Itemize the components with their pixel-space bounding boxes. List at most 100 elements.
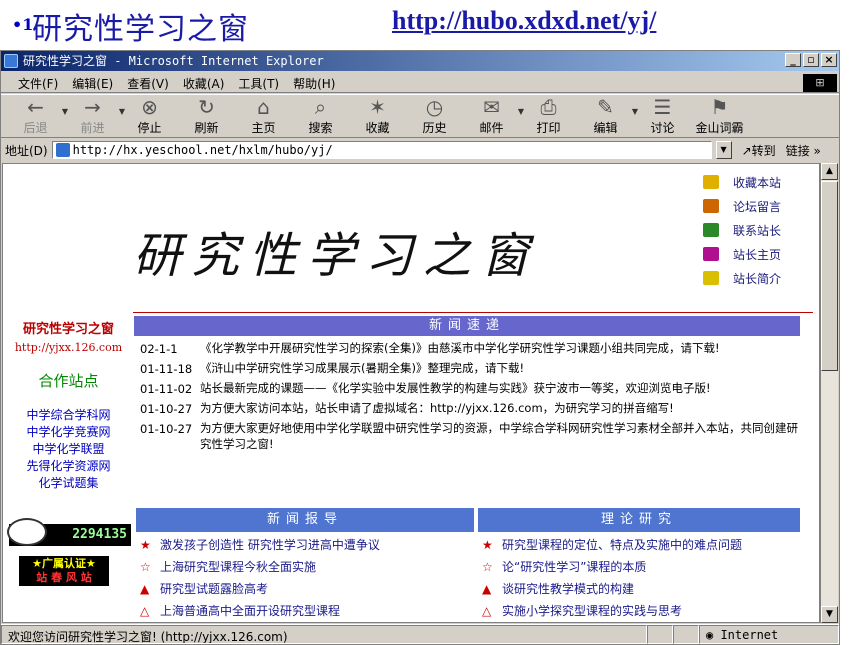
partner-link[interactable]: 中学化学竞赛网 <box>3 424 134 441</box>
slide-title: 研究性学习之窗 <box>32 12 249 47</box>
zone-indicator: ◉ Internet <box>699 625 839 644</box>
toolbar-label: 搜索 <box>308 120 333 135</box>
toolbar-button-3[interactable]: ↻ 刷新 <box>178 95 235 137</box>
toolbar-label: 邮件 <box>479 120 504 135</box>
bullet-icon: ☆ <box>140 560 151 574</box>
toolbar-button-4[interactable]: ⌂ 主页 <box>235 95 292 137</box>
go-button[interactable]: ↗转到 <box>736 142 782 159</box>
windows-logo-icon: ⊞ <box>803 74 837 92</box>
article-link[interactable]: 研究型课程的定位、特点及实施中的难点问题 <box>502 534 742 556</box>
status-pane <box>647 625 673 644</box>
toolbar-label: 刷新 <box>194 120 219 135</box>
toolbar-label: 收藏 <box>365 120 390 135</box>
partner-link[interactable]: 中学综合学科网 <box>3 407 134 424</box>
report-item[interactable]: ★ 激发孩子创造性 研究性学习进高中遭争议 <box>140 534 380 556</box>
news-date: 01-11-02 <box>140 382 193 396</box>
article-link[interactable]: 上海研究型课程今秋全面实施 <box>160 556 316 578</box>
toolbar-button-1[interactable]: → 前进 ▼ <box>64 95 125 137</box>
status-text: 欢迎您访问研究性学习之窗! (http://yjxx.126.com) <box>1 625 647 644</box>
toolbar-button-6[interactable]: ✶ 收藏 <box>349 95 406 137</box>
certification-badge[interactable]: ★广属认证★ 站 春 风 站 <box>19 556 109 586</box>
bullet-icon: △ <box>482 604 492 618</box>
menu-bar: 文件(F) 编辑(E) 查看(V) 收藏(A) 工具(T) 帮助(H) <box>1 72 839 93</box>
toolbar-label: 后退 <box>23 120 48 135</box>
slide-url-link[interactable]: http://hubo.xdxd.net/yj/ <box>392 6 656 36</box>
article-link[interactable]: 实施小学探究型课程的实践与思考 <box>502 600 682 622</box>
scroll-down-button[interactable]: ▼ <box>821 606 838 623</box>
toolbar-button-11[interactable]: ☰ 讨论 <box>634 95 691 137</box>
toolbar-label: 历史 <box>422 120 447 135</box>
toolbar-icon: ✉ <box>483 94 500 119</box>
quick-link-icon <box>703 247 719 261</box>
scroll-up-button[interactable]: ▲ <box>821 163 838 180</box>
status-pane <box>673 625 699 644</box>
menu-favorites[interactable]: 收藏(A) <box>176 72 232 92</box>
quick-link-label: 联系站长 <box>733 223 782 238</box>
menu-help[interactable]: 帮助(H) <box>286 72 342 92</box>
article-link[interactable]: 激发孩子创造性 研究性学习进高中遭争议 <box>160 534 380 556</box>
quick-link[interactable]: 论坛留言 <box>703 194 781 218</box>
toolbar-button-2[interactable]: ⊗ 停止 <box>121 95 178 137</box>
news-text[interactable]: 站长最新完成的课题——《化学实验中发展性教学的构建与实践》获宁波市一等奖，欢迎浏… <box>200 380 800 396</box>
menu-file[interactable]: 文件(F) <box>11 72 65 92</box>
news-column: 新闻速递 02-1-1 《化学教学中开展研究性学习的探索(全集)》由慈溪市中学化学… <box>134 316 800 622</box>
theory-item[interactable]: ▲ 谈研究性教学模式的构建 <box>482 578 742 600</box>
menu-view[interactable]: 查看(V) <box>120 72 176 92</box>
news-text[interactable]: 为方便大家访问本站，站长申请了虚拟域名：http://yjxx.126.com，… <box>200 400 800 416</box>
report-item[interactable]: ☆ 上海研究型课程今秋全面实施 <box>140 556 380 578</box>
partner-link[interactable]: 化学试题集 <box>3 475 134 492</box>
toolbar-icon: ✎ <box>597 94 614 119</box>
close-button[interactable]: × <box>821 53 837 67</box>
menu-tools[interactable]: 工具(T) <box>231 72 286 92</box>
toolbar-button-8[interactable]: ✉ 邮件 ▼ <box>463 94 524 137</box>
theory-item[interactable]: ★ 研究型课程的定位、特点及实施中的难点问题 <box>482 534 742 556</box>
report-item[interactable]: △ 上海普通高中全面开设研究型课程 <box>140 600 380 622</box>
ie-icon <box>4 54 18 68</box>
toolbar-button-7[interactable]: ◷ 历史 <box>406 95 463 137</box>
quick-link-label: 论坛留言 <box>733 199 782 214</box>
article-link[interactable]: 谈研究性教学模式的构建 <box>502 578 634 600</box>
toolbar-label: 金山词霸 <box>695 120 744 135</box>
toolbar-button-10[interactable]: ✎ 编辑 ▼ <box>577 94 638 137</box>
coop-heading: 合作站点 <box>38 372 99 390</box>
quick-link-icon <box>703 223 719 237</box>
quick-link-label: 收藏本站 <box>733 175 782 190</box>
address-input[interactable]: http://hx.yeschool.net/hxlm/hubo/yj/ <box>51 141 712 159</box>
minimize-button[interactable]: _ <box>785 53 801 67</box>
report-item[interactable]: ▲ 研究型试题露脸高考 <box>140 578 380 600</box>
news-date: 02-1-1 <box>140 342 178 356</box>
toolbar-icon: ⚑ <box>710 94 729 119</box>
quick-link[interactable]: 收藏本站 <box>703 170 781 194</box>
quick-link[interactable]: 站长主页 <box>703 242 781 266</box>
toolbar-button-5[interactable]: ⌕ 搜索 <box>292 95 349 137</box>
site-url-link[interactable]: http://yjxx.126.com <box>3 341 134 354</box>
address-dropdown[interactable]: ▼ <box>715 141 732 159</box>
toolbar-label: 打印 <box>536 120 561 135</box>
slide-header: •1. 研究性学习之窗 http://hubo.xdxd.net/yj/ <box>0 0 860 48</box>
article-link[interactable]: 研究型试题露脸高考 <box>160 578 268 600</box>
go-label: 转到 <box>751 143 776 158</box>
toolbar-button-0[interactable]: ← 后退 ▼ <box>7 95 68 137</box>
quick-link[interactable]: 联系站长 <box>703 218 781 242</box>
news-text[interactable]: 为方便大家更好地使用中学化学联盟中研究性学习的资源，中学综合学科网研究性学习素材… <box>200 420 800 452</box>
toolbar-button-12[interactable]: ⚑ 金山词霸 <box>691 95 748 137</box>
scroll-thumb[interactable] <box>821 181 838 371</box>
toolbar-icon: ✶ <box>369 94 386 119</box>
partner-link[interactable]: 先得化学资源网 <box>3 458 134 475</box>
theory-item[interactable]: ☆ 论“研究性学习”课程的本质 <box>482 556 742 578</box>
news-text[interactable]: 《浒山中学研究性学习成果展示(暑期全集)》整理完成，请下载! <box>200 360 800 376</box>
quick-link[interactable]: 站长简介 <box>703 266 781 290</box>
maximize-button[interactable]: ▫ <box>803 53 819 67</box>
toolbar-button-9[interactable]: ⎙ 打印 <box>520 95 577 137</box>
theory-item[interactable]: △ 实施小学探究型课程的实践与思考 <box>482 600 742 622</box>
toolbar-icon: ☰ <box>653 94 672 119</box>
vertical-scrollbar[interactable]: ▲ ▼ <box>820 163 838 623</box>
links-button[interactable]: 链接 » <box>786 142 821 159</box>
news-item: 01-10-27 为方便大家访问本站，站长申请了虚拟域名：http://yjxx.… <box>134 400 800 416</box>
news-item: 02-1-1 《化学教学中开展研究性学习的探索(全集)》由慈溪市中学化学研究性学习… <box>134 340 800 356</box>
news-text[interactable]: 《化学教学中开展研究性学习的探索(全集)》由慈溪市中学化学研究性学习课题小组共同… <box>200 340 800 356</box>
article-link[interactable]: 上海普通高中全面开设研究型课程 <box>160 600 340 622</box>
menu-edit[interactable]: 编辑(E) <box>65 72 120 92</box>
article-link[interactable]: 论“研究性学习”课程的本质 <box>502 556 646 578</box>
partner-link[interactable]: 中学化学联盟 <box>3 441 134 458</box>
